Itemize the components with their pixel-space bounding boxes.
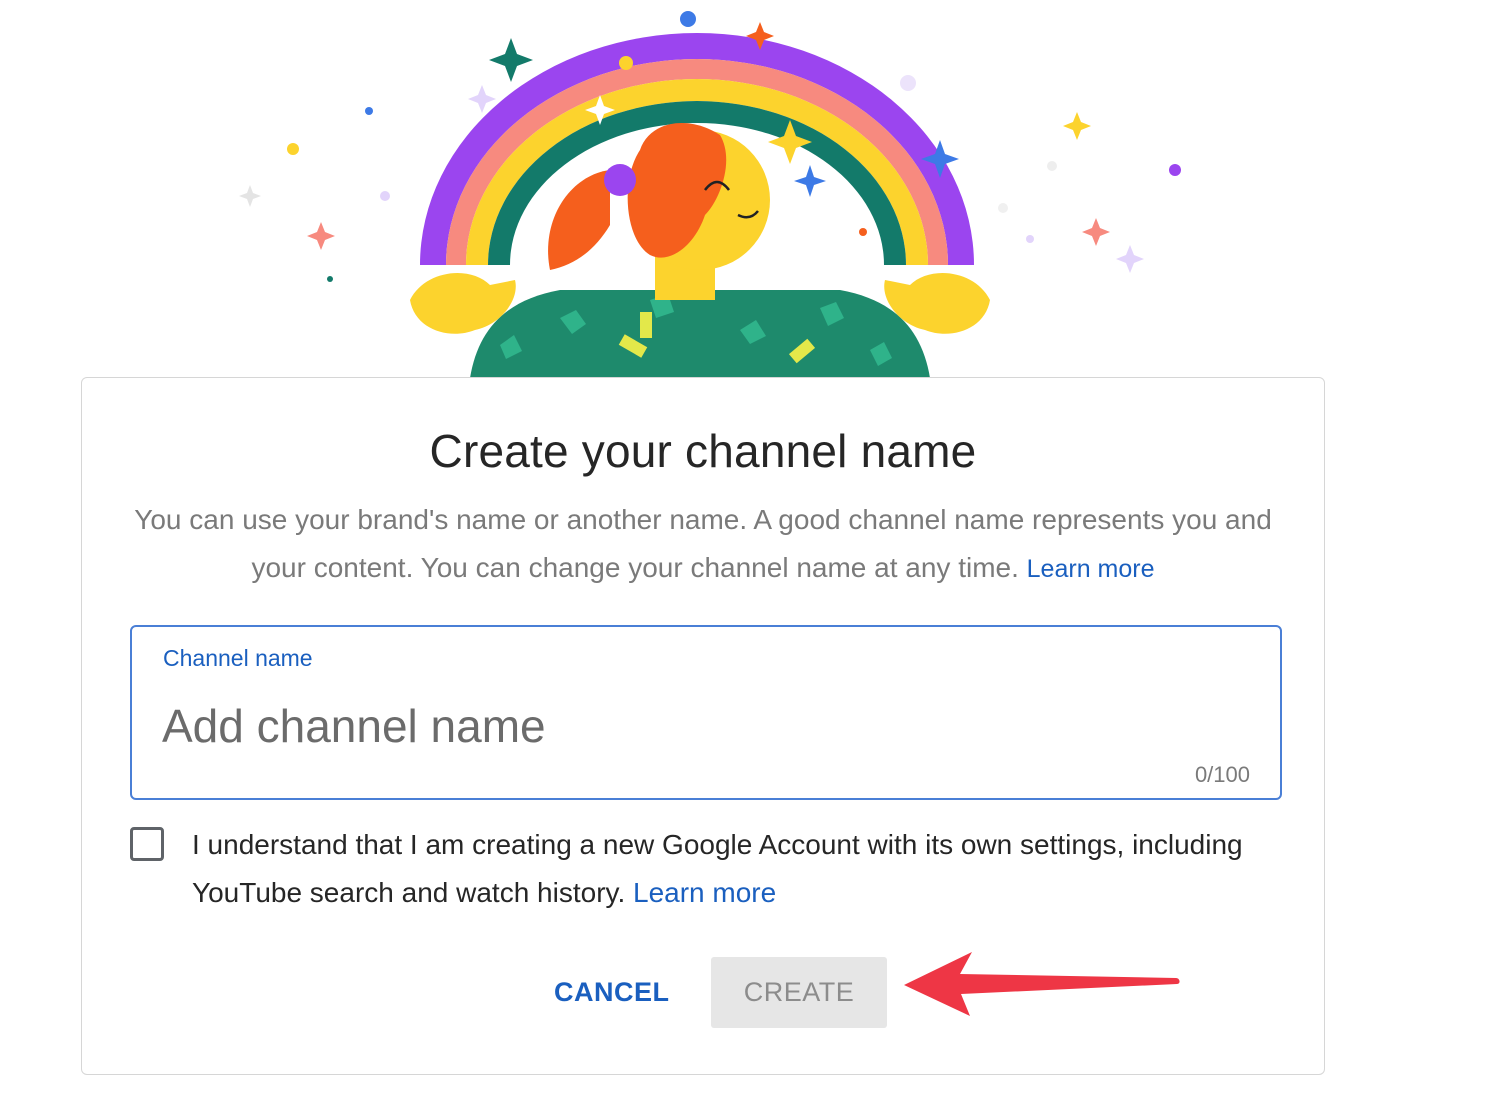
channel-name-label: Channel name: [163, 645, 313, 671]
dialog-description: You can use your brand's name or another…: [122, 496, 1284, 593]
cancel-button[interactable]: CANCEL: [534, 958, 690, 1026]
channel-name-field[interactable]: Channel name 0/100: [130, 625, 1282, 800]
consent-checkbox[interactable]: [130, 827, 164, 861]
create-button[interactable]: CREATE: [711, 957, 887, 1028]
character-counter: 0/100: [1194, 762, 1250, 787]
channel-name-input[interactable]: [162, 695, 1242, 757]
consent-label: I understand that I am creating a new Go…: [192, 821, 1272, 917]
red-arrow-annotation: [900, 948, 1185, 1020]
dialog-title: Create your channel name: [429, 425, 977, 477]
consent-learn-more-link[interactable]: Learn more: [633, 877, 776, 908]
rainbow-illustration: [200, 0, 1200, 378]
learn-more-link[interactable]: Learn more: [1027, 555, 1155, 583]
